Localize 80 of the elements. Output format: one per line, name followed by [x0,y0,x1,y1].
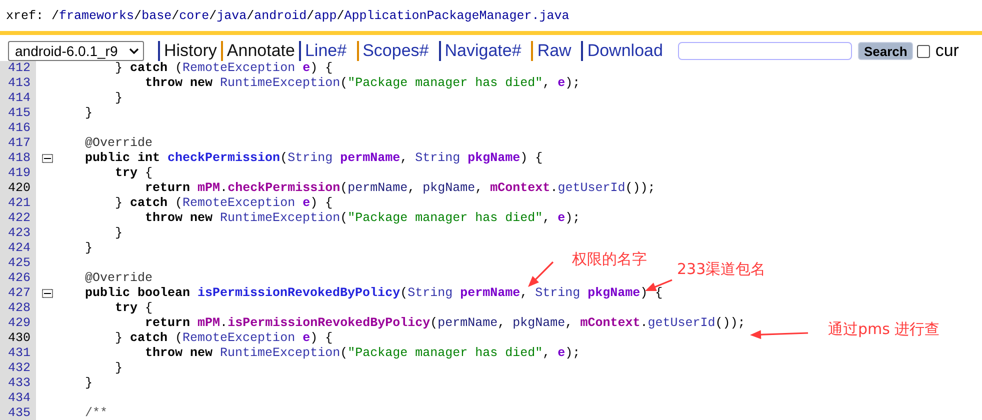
annotation-note: 233渠道包名 [677,260,766,279]
line-number: 428 [0,301,36,316]
toolbar-link[interactable]: Scopes# [362,41,429,61]
code-line: } catch (RemoteException e) { [114,196,333,211]
code-line: try { [114,166,153,181]
code-line: } [114,91,123,106]
annotation-note: 权限的名字 [572,250,647,269]
search-field[interactable] [678,42,852,60]
line-number: 420 [0,181,36,196]
path-link[interactable]: frameworks [59,8,134,22]
line-number: 427 [0,286,36,301]
path-link[interactable]: app [314,8,337,22]
line-number: 423 [0,226,36,241]
line-number: 429 [0,316,36,331]
code-line: public int checkPermission(String permName, String pkgName) { [84,151,543,166]
line-number: 424 [0,241,36,256]
line-number: 434 [0,391,36,406]
checkbox-label: cur [935,41,959,61]
path-link[interactable]: android [254,8,307,22]
code-line: throw new RuntimeException("Package manager has died", e); [144,76,580,91]
path-link[interactable]: core [179,8,210,22]
code-line: throw new RuntimeException("Package manager has died", e); [144,211,580,226]
line-number: 422 [0,211,36,226]
code-line: } [84,376,93,391]
line-number: 433 [0,376,36,391]
annotation-note: 通过pms 进行查 [828,320,940,339]
code-line: } catch (RemoteException e) { [114,331,333,346]
line-number: 412 [0,61,36,76]
line-number: 418 [0,151,36,166]
collapse-icon[interactable] [42,154,53,163]
line-number: 417 [0,136,36,151]
line-number: 421 [0,196,36,211]
code-line: } catch (RemoteException e) { [114,61,333,76]
caret-icon [129,48,139,54]
code-line: return mPM.checkPermission(permName, pkgName, mContext.getUserId()); [144,181,656,196]
code-line: try { [114,301,153,316]
arrow [528,261,554,287]
path-link[interactable]: base [142,8,172,22]
code-line: @Override [84,136,153,151]
toolbar-link[interactable]: Download [587,41,663,61]
line-number: 430 [0,331,36,346]
collapse-icon[interactable] [42,289,53,298]
line-number: 415 [0,106,36,121]
line-number: 419 [0,166,36,181]
line-number: 414 [0,91,36,106]
path-separator: / [209,8,217,22]
code-line: } [84,106,93,121]
line-number: 413 [0,76,36,91]
line-number: 435 [0,406,36,420]
line-number: 416 [0,121,36,136]
version-dropdown[interactable]: android-6.0.1_r9 [8,41,144,61]
path-link[interactable]: ApplicationPackageManager.java [344,8,570,22]
line-number: 432 [0,361,36,376]
checkbox[interactable] [917,44,930,58]
path-separator: / [336,8,344,22]
xref-label: xref: [6,8,44,22]
code-line: } [114,226,123,241]
toolbar-link[interactable]: History [164,41,217,61]
line-number: 425 [0,256,36,271]
code-line: @Override [84,271,153,286]
path-separator: / [172,8,180,22]
toolbar-link[interactable]: Line# [304,41,347,61]
line-number: 426 [0,271,36,286]
path-link[interactable]: java [216,8,247,22]
code-line: return mPM.isPermissionRevokedByPolicy(permName, pkgName, mContext.getUserId()); [144,316,746,331]
toolbar-link[interactable]: Annotate [226,41,295,61]
code-line: throw new RuntimeException("Package manager has died", e); [144,346,580,361]
code-line: } [84,241,93,256]
search-button[interactable]: Search [858,42,914,60]
path-separator: / [246,8,254,22]
code-line: } [114,361,123,376]
code-line: /** [84,406,108,420]
arrow [750,330,808,340]
code-line: public boolean isPermissionRevokedByPolicy(String permName, String pkgName) { [84,286,663,301]
path-separator: / [134,8,142,22]
toolbar-link[interactable]: Navigate# [444,41,522,61]
line-number: 431 [0,346,36,361]
path-separator: / [52,8,60,22]
path-separator: / [306,8,314,22]
toolbar-link[interactable]: Raw [537,41,572,61]
